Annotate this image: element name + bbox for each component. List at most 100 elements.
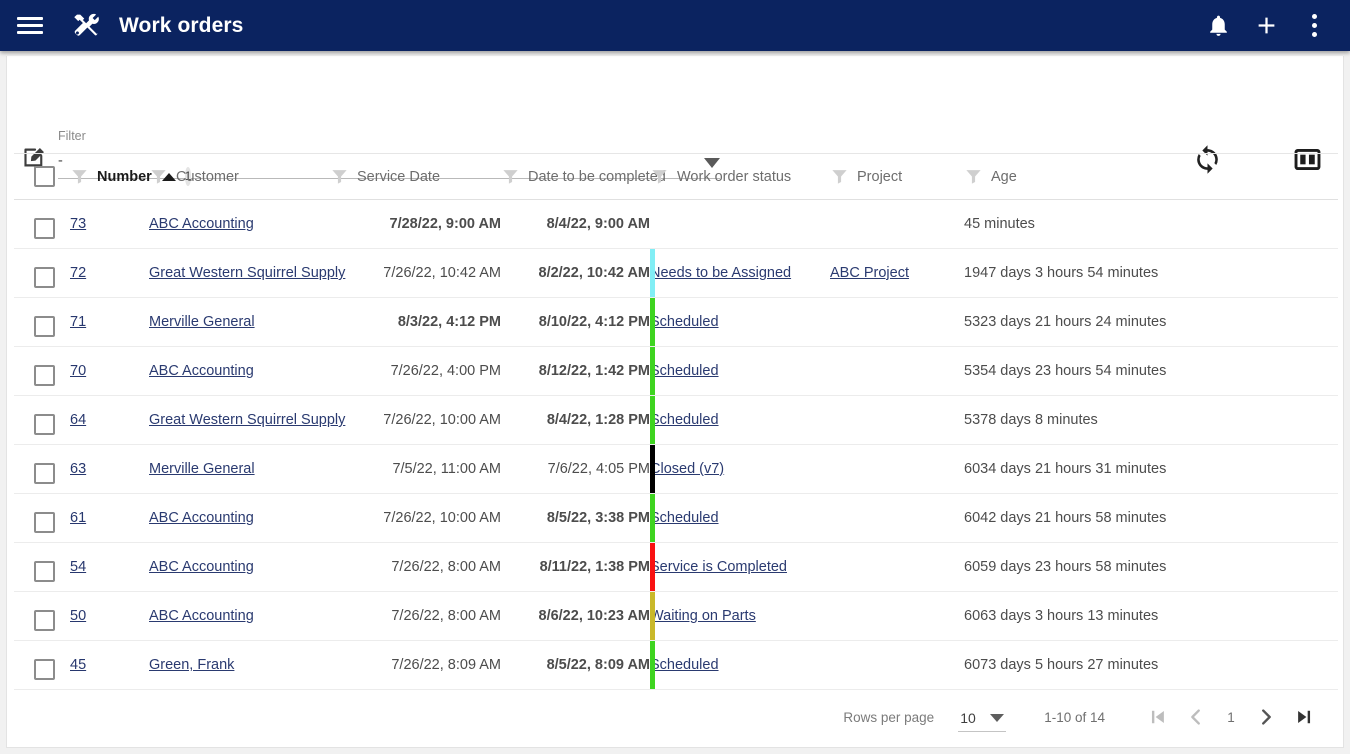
cell-work-order-status: Service is Completed <box>650 542 830 592</box>
next-page-icon[interactable] <box>1249 700 1283 734</box>
cell-project <box>830 591 964 641</box>
table-row[interactable]: 72 Great Western Squirrel Supply 7/26/22, … <box>14 248 1338 298</box>
customer-link[interactable]: Great Western Squirrel Supply <box>149 412 345 428</box>
notifications-bell-icon[interactable] <box>1196 4 1240 48</box>
row-checkbox[interactable] <box>34 609 55 631</box>
row-checkbox[interactable] <box>34 413 55 435</box>
cell-number: 64 <box>70 395 149 445</box>
work-order-status-link[interactable]: Scheduled <box>650 363 719 379</box>
column-label-project: Project <box>857 168 903 185</box>
work-order-status-link[interactable]: Closed (v7) <box>650 461 724 477</box>
work-order-status-link[interactable]: Waiting on Parts <box>650 608 756 624</box>
table-row[interactable]: 50 ABC Accounting 7/26/22, 8:00 AM 8/6/22, … <box>14 591 1338 641</box>
work-order-number-link[interactable]: 45 <box>70 657 86 673</box>
first-page-icon[interactable] <box>1141 700 1175 734</box>
last-page-icon[interactable] <box>1287 700 1321 734</box>
filter-funnel-icon[interactable] <box>964 167 983 186</box>
column-header-work-order-status[interactable]: Work order status <box>650 153 830 200</box>
rows-per-page-select[interactable]: 10 <box>958 710 1007 732</box>
customer-link[interactable]: ABC Accounting <box>149 363 254 379</box>
select-all-header <box>14 153 70 200</box>
customer-link[interactable]: ABC Accounting <box>149 510 254 526</box>
customer-link[interactable]: ABC Accounting <box>149 608 254 624</box>
row-checkbox[interactable] <box>34 511 55 533</box>
table-row[interactable]: 45 Green, Frank 7/26/22, 8:09 AM 8/5/22, 8:… <box>14 640 1338 690</box>
previous-page-icon[interactable] <box>1179 700 1213 734</box>
row-checkbox[interactable] <box>34 560 55 582</box>
row-select-cell <box>14 199 70 249</box>
cell-number: 72 <box>70 248 149 298</box>
work-order-number-link[interactable]: 70 <box>70 363 86 379</box>
filter-funnel-icon[interactable] <box>830 167 849 186</box>
cell-work-order-status: Closed (v7) <box>650 444 830 494</box>
cell-date-to-be-completed: 8/5/22, 3:38 PM <box>501 493 650 543</box>
work-order-number-link[interactable]: 64 <box>70 412 86 428</box>
row-checkbox[interactable] <box>34 462 55 484</box>
column-header-service-date[interactable]: Service Date <box>330 153 501 200</box>
work-order-number-link[interactable]: 63 <box>70 461 86 477</box>
work-order-number-link[interactable]: 71 <box>70 314 86 330</box>
customer-link[interactable]: Merville General <box>149 314 255 330</box>
column-header-number[interactable]: Number 1 <box>70 153 192 200</box>
column-header-date-to-be-completed[interactable]: Date to be completed <box>501 153 666 200</box>
cell-date-to-be-completed: 7/6/22, 4:05 PM <box>501 444 650 494</box>
column-header-project[interactable]: Project <box>830 153 964 200</box>
work-order-status-link[interactable]: Scheduled <box>650 510 719 526</box>
status-color-bar <box>650 641 655 689</box>
row-checkbox[interactable] <box>34 364 55 386</box>
filter-funnel-icon[interactable] <box>650 167 669 186</box>
cell-work-order-status: Scheduled <box>650 346 830 396</box>
column-label-work-order-status: Work order status <box>677 168 792 185</box>
column-header-customer[interactable]: Customer <box>149 153 330 200</box>
table-row[interactable]: 54 ABC Accounting 7/26/22, 8:00 AM 8/11/22,… <box>14 542 1338 592</box>
cell-service-date: 7/26/22, 10:42 AM <box>330 248 501 298</box>
chevron-down-icon <box>989 714 1004 722</box>
filter-funnel-icon[interactable] <box>70 167 89 186</box>
row-checkbox[interactable] <box>34 266 55 288</box>
work-order-status-link[interactable]: Scheduled <box>650 412 719 428</box>
filter-funnel-icon[interactable] <box>330 167 349 186</box>
add-plus-icon[interactable] <box>1244 4 1288 48</box>
table-row[interactable]: 73 ABC Accounting 7/28/22, 9:00 AM 8/4/22, … <box>14 199 1338 249</box>
cell-customer: ABC Accounting <box>149 493 330 543</box>
customer-link[interactable]: Great Western Squirrel Supply <box>149 265 345 281</box>
row-checkbox[interactable] <box>34 315 55 337</box>
customer-link[interactable]: Merville General <box>149 461 255 477</box>
work-order-number-link[interactable]: 73 <box>70 216 86 232</box>
customer-link[interactable]: Green, Frank <box>149 657 234 673</box>
cell-service-date: 8/3/22, 4:12 PM <box>330 297 501 347</box>
work-order-status-link[interactable]: Scheduled <box>650 657 719 673</box>
work-order-number-link[interactable]: 61 <box>70 510 86 526</box>
table-row[interactable]: 63 Merville General 7/5/22, 11:00 AM 7/6/22… <box>14 444 1338 494</box>
cell-project <box>830 199 964 249</box>
hamburger-menu-icon[interactable] <box>12 8 48 44</box>
table-row[interactable]: 61 ABC Accounting 7/26/22, 10:00 AM 8/5/22,… <box>14 493 1338 543</box>
filter-toolbar: Filter - <box>7 56 1343 179</box>
work-order-number-link[interactable]: 72 <box>70 265 86 281</box>
row-checkbox[interactable] <box>34 658 55 680</box>
cell-service-date: 7/26/22, 8:00 AM <box>330 542 501 592</box>
cell-customer: Great Western Squirrel Supply <box>149 395 345 445</box>
table-body: 73 ABC Accounting 7/28/22, 9:00 AM 8/4/22, … <box>14 199 1338 690</box>
row-checkbox[interactable] <box>34 217 55 239</box>
cell-service-date: 7/26/22, 4:00 PM <box>330 346 501 396</box>
table-row[interactable]: 70 ABC Accounting 7/26/22, 4:00 PM 8/12/22,… <box>14 346 1338 396</box>
customer-link[interactable]: ABC Accounting <box>149 216 254 232</box>
work-order-number-link[interactable]: 50 <box>70 608 86 624</box>
filter-funnel-icon[interactable] <box>501 167 520 186</box>
cell-work-order-status <box>650 199 830 249</box>
work-order-number-link[interactable]: 54 <box>70 559 86 575</box>
overflow-menu-icon[interactable] <box>1292 4 1336 48</box>
work-order-status-link[interactable]: Needs to be Assigned <box>650 265 791 281</box>
work-order-status-link[interactable]: Service is Completed <box>650 559 787 575</box>
work-order-status-link[interactable]: Scheduled <box>650 314 719 330</box>
status-color-bar <box>650 298 655 346</box>
table-row[interactable]: 64 Great Western Squirrel Supply 7/26/22, … <box>14 395 1338 445</box>
project-link[interactable]: ABC Project <box>830 265 909 281</box>
table-row[interactable]: 71 Merville General 8/3/22, 4:12 PM 8/10/22… <box>14 297 1338 347</box>
filter-funnel-icon[interactable] <box>149 167 168 186</box>
column-header-age[interactable]: Age <box>964 153 1338 200</box>
app-header: Work orders <box>0 0 1350 51</box>
customer-link[interactable]: ABC Accounting <box>149 559 254 575</box>
select-all-checkbox[interactable] <box>34 166 55 187</box>
